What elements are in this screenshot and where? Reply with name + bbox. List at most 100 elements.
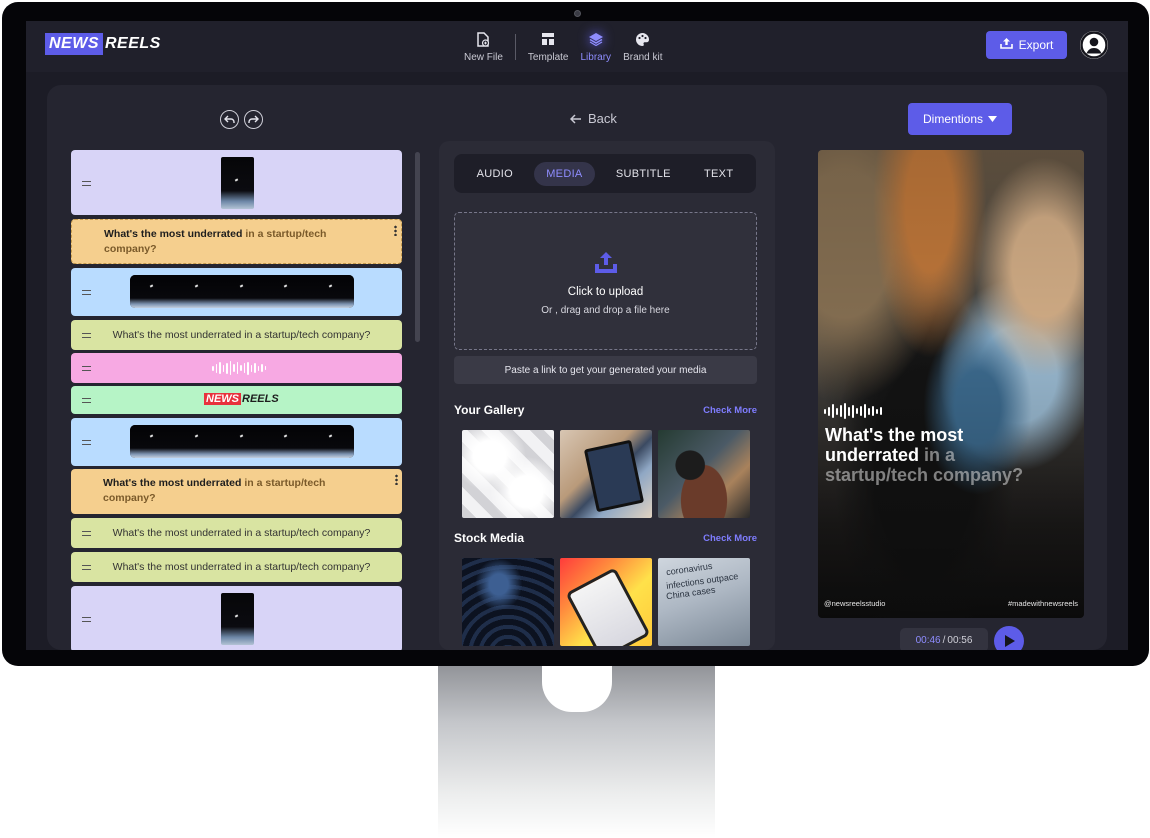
question-bold: What's the most underrated <box>104 228 243 240</box>
drag-handle-icon[interactable] <box>82 440 91 445</box>
export-label: Export <box>1018 38 1054 52</box>
library-panel: AUDIO MEDIA SUBTITLE TEXT Click to uploa… <box>439 141 775 650</box>
upload-title: Click to upload <box>567 286 644 298</box>
nav-brand-kit[interactable]: Brand kit <box>617 27 668 67</box>
drag-handle-icon[interactable] <box>82 531 91 536</box>
export-icon <box>999 38 1013 52</box>
export-button[interactable]: Export <box>986 31 1067 59</box>
library-tabs: AUDIO MEDIA SUBTITLE TEXT <box>454 154 756 193</box>
new-file-icon <box>475 31 491 47</box>
gallery-thumb-texture[interactable] <box>462 430 554 518</box>
redo-icon <box>248 115 259 123</box>
timeline-track-list: What's the most underrated in a startup/… <box>71 150 403 650</box>
nav-template[interactable]: Template <box>522 27 575 67</box>
text-item-label: What's the most underrated in a startup/… <box>112 526 371 539</box>
stock-thumb-phone[interactable] <box>560 558 652 646</box>
video-preview[interactable]: What's the most underrated in a startup/… <box>818 150 1084 618</box>
timeline-item-video[interactable] <box>71 586 402 650</box>
upload-subtitle: Or , drag and drop a file here <box>541 305 670 316</box>
undo-button[interactable] <box>220 110 239 129</box>
more-options-icon[interactable] <box>394 225 397 236</box>
stand-cable-notch <box>542 660 612 712</box>
back-button[interactable]: Back <box>570 111 617 126</box>
nav-divider <box>514 34 516 60</box>
tab-subtitle[interactable]: SUBTITLE <box>604 162 683 186</box>
timeline-item-text[interactable]: What's the most underrated in a startup/… <box>71 320 402 350</box>
preview-hashtag-right: #madewithnewsreels <box>1007 599 1078 608</box>
gallery-thumb-microphone[interactable] <box>658 430 750 518</box>
user-avatar[interactable] <box>1080 31 1108 59</box>
palette-icon <box>635 31 651 47</box>
tab-media[interactable]: MEDIA <box>534 161 595 186</box>
preview-image-overlay <box>818 150 1084 618</box>
stock-thumb-news-screen[interactable]: coronavirus infections outpace China cas… <box>658 558 750 646</box>
playback-time: 00:46 / 00:56 <box>900 628 988 650</box>
gallery-check-more-link[interactable]: Check More <box>703 405 757 416</box>
timeline-item-text[interactable]: What's the most underrated in a startup/… <box>71 552 402 582</box>
headline-faded: in a <box>924 445 956 465</box>
nav-library[interactable]: Library <box>574 27 617 67</box>
question-rest: in a startup/tech <box>245 228 327 240</box>
timeline-item-film[interactable] <box>71 268 402 316</box>
timeline-item-logo[interactable]: NEWS REELS <box>71 386 402 414</box>
nav-template-label: Template <box>527 52 569 63</box>
dimensions-dropdown[interactable]: Dimentions <box>908 103 1012 135</box>
preview-headline: What's the most underrated in a startup/… <box>825 425 1025 485</box>
drag-handle-icon[interactable] <box>82 366 91 371</box>
time-separator: / <box>942 634 946 646</box>
stock-check-more-link[interactable]: Check More <box>703 533 757 544</box>
redo-button[interactable] <box>244 110 263 129</box>
paste-link-field[interactable]: Paste a link to get your generated your … <box>454 356 757 384</box>
timeline-item-film[interactable] <box>71 418 402 466</box>
drag-handle-icon[interactable] <box>82 565 91 570</box>
timeline-item-text[interactable]: What's the most underrated in a startup/… <box>71 518 402 548</box>
audio-wave-icon <box>212 361 266 375</box>
audio-wave-icon <box>824 403 882 419</box>
drag-handle-icon[interactable] <box>82 180 91 186</box>
film-strip <box>130 275 354 308</box>
question-end: company? <box>103 492 156 504</box>
upload-icon <box>595 252 617 273</box>
question-rest: in a startup/tech <box>244 477 326 489</box>
tab-audio[interactable]: AUDIO <box>465 162 525 186</box>
mini-logo-reels: REELS <box>242 393 279 405</box>
timeline-scrollbar[interactable] <box>415 152 420 342</box>
timeline-item-video[interactable] <box>71 150 402 215</box>
nav-brand-kit-label: Brand kit <box>623 52 663 63</box>
nav-new-file-label: New File <box>464 52 503 63</box>
upload-dropzone[interactable]: Click to upload Or , drag and drop a fil… <box>454 212 757 350</box>
tab-text[interactable]: TEXT <box>692 162 745 186</box>
question-end: company? <box>104 243 157 255</box>
film-strip <box>130 425 354 458</box>
drag-handle-icon[interactable] <box>82 617 91 622</box>
timeline-item-audio[interactable] <box>71 353 402 383</box>
undo-icon <box>224 115 235 123</box>
drag-handle-icon[interactable] <box>82 398 91 403</box>
drag-handle-icon[interactable] <box>82 333 91 338</box>
question-text: What's the most underrated in a startup/… <box>103 476 388 506</box>
time-total: 00:56 <box>947 634 973 646</box>
main-nav: New File Template Library Brand kit <box>458 27 669 67</box>
app-screen: NEWS REELS New File Template Library Bra… <box>26 21 1128 650</box>
mini-logo-news: NEWS <box>204 393 241 405</box>
headline-startup: startup/tech <box>825 465 929 485</box>
text-item-label: What's the most underrated in a startup/… <box>112 560 371 573</box>
gallery-title: Your Gallery <box>454 403 525 417</box>
top-bar: NEWS REELS New File Template Library Bra… <box>26 21 1128 72</box>
nav-new-file[interactable]: New File <box>458 27 509 67</box>
drag-handle-icon[interactable] <box>82 290 91 295</box>
gallery-thumb-tablet[interactable] <box>560 430 652 518</box>
template-icon <box>540 31 556 47</box>
play-button[interactable] <box>994 626 1024 650</box>
video-thumbnail <box>221 593 254 645</box>
app-logo[interactable]: NEWS REELS <box>45 33 161 55</box>
dimensions-label: Dimentions <box>922 112 984 126</box>
play-icon <box>1004 635 1015 647</box>
timeline-item-question[interactable]: What's the most underrated in a startup/… <box>71 219 402 264</box>
monitor-bezel: NEWS REELS New File Template Library Bra… <box>2 2 1149 666</box>
timeline-item-question[interactable]: What's the most underrated in a startup/… <box>71 469 402 514</box>
logo-news: NEWS <box>45 33 103 55</box>
nav-library-label: Library <box>580 52 612 63</box>
more-options-icon[interactable] <box>395 474 398 485</box>
stock-thumb-audience[interactable] <box>462 558 554 646</box>
